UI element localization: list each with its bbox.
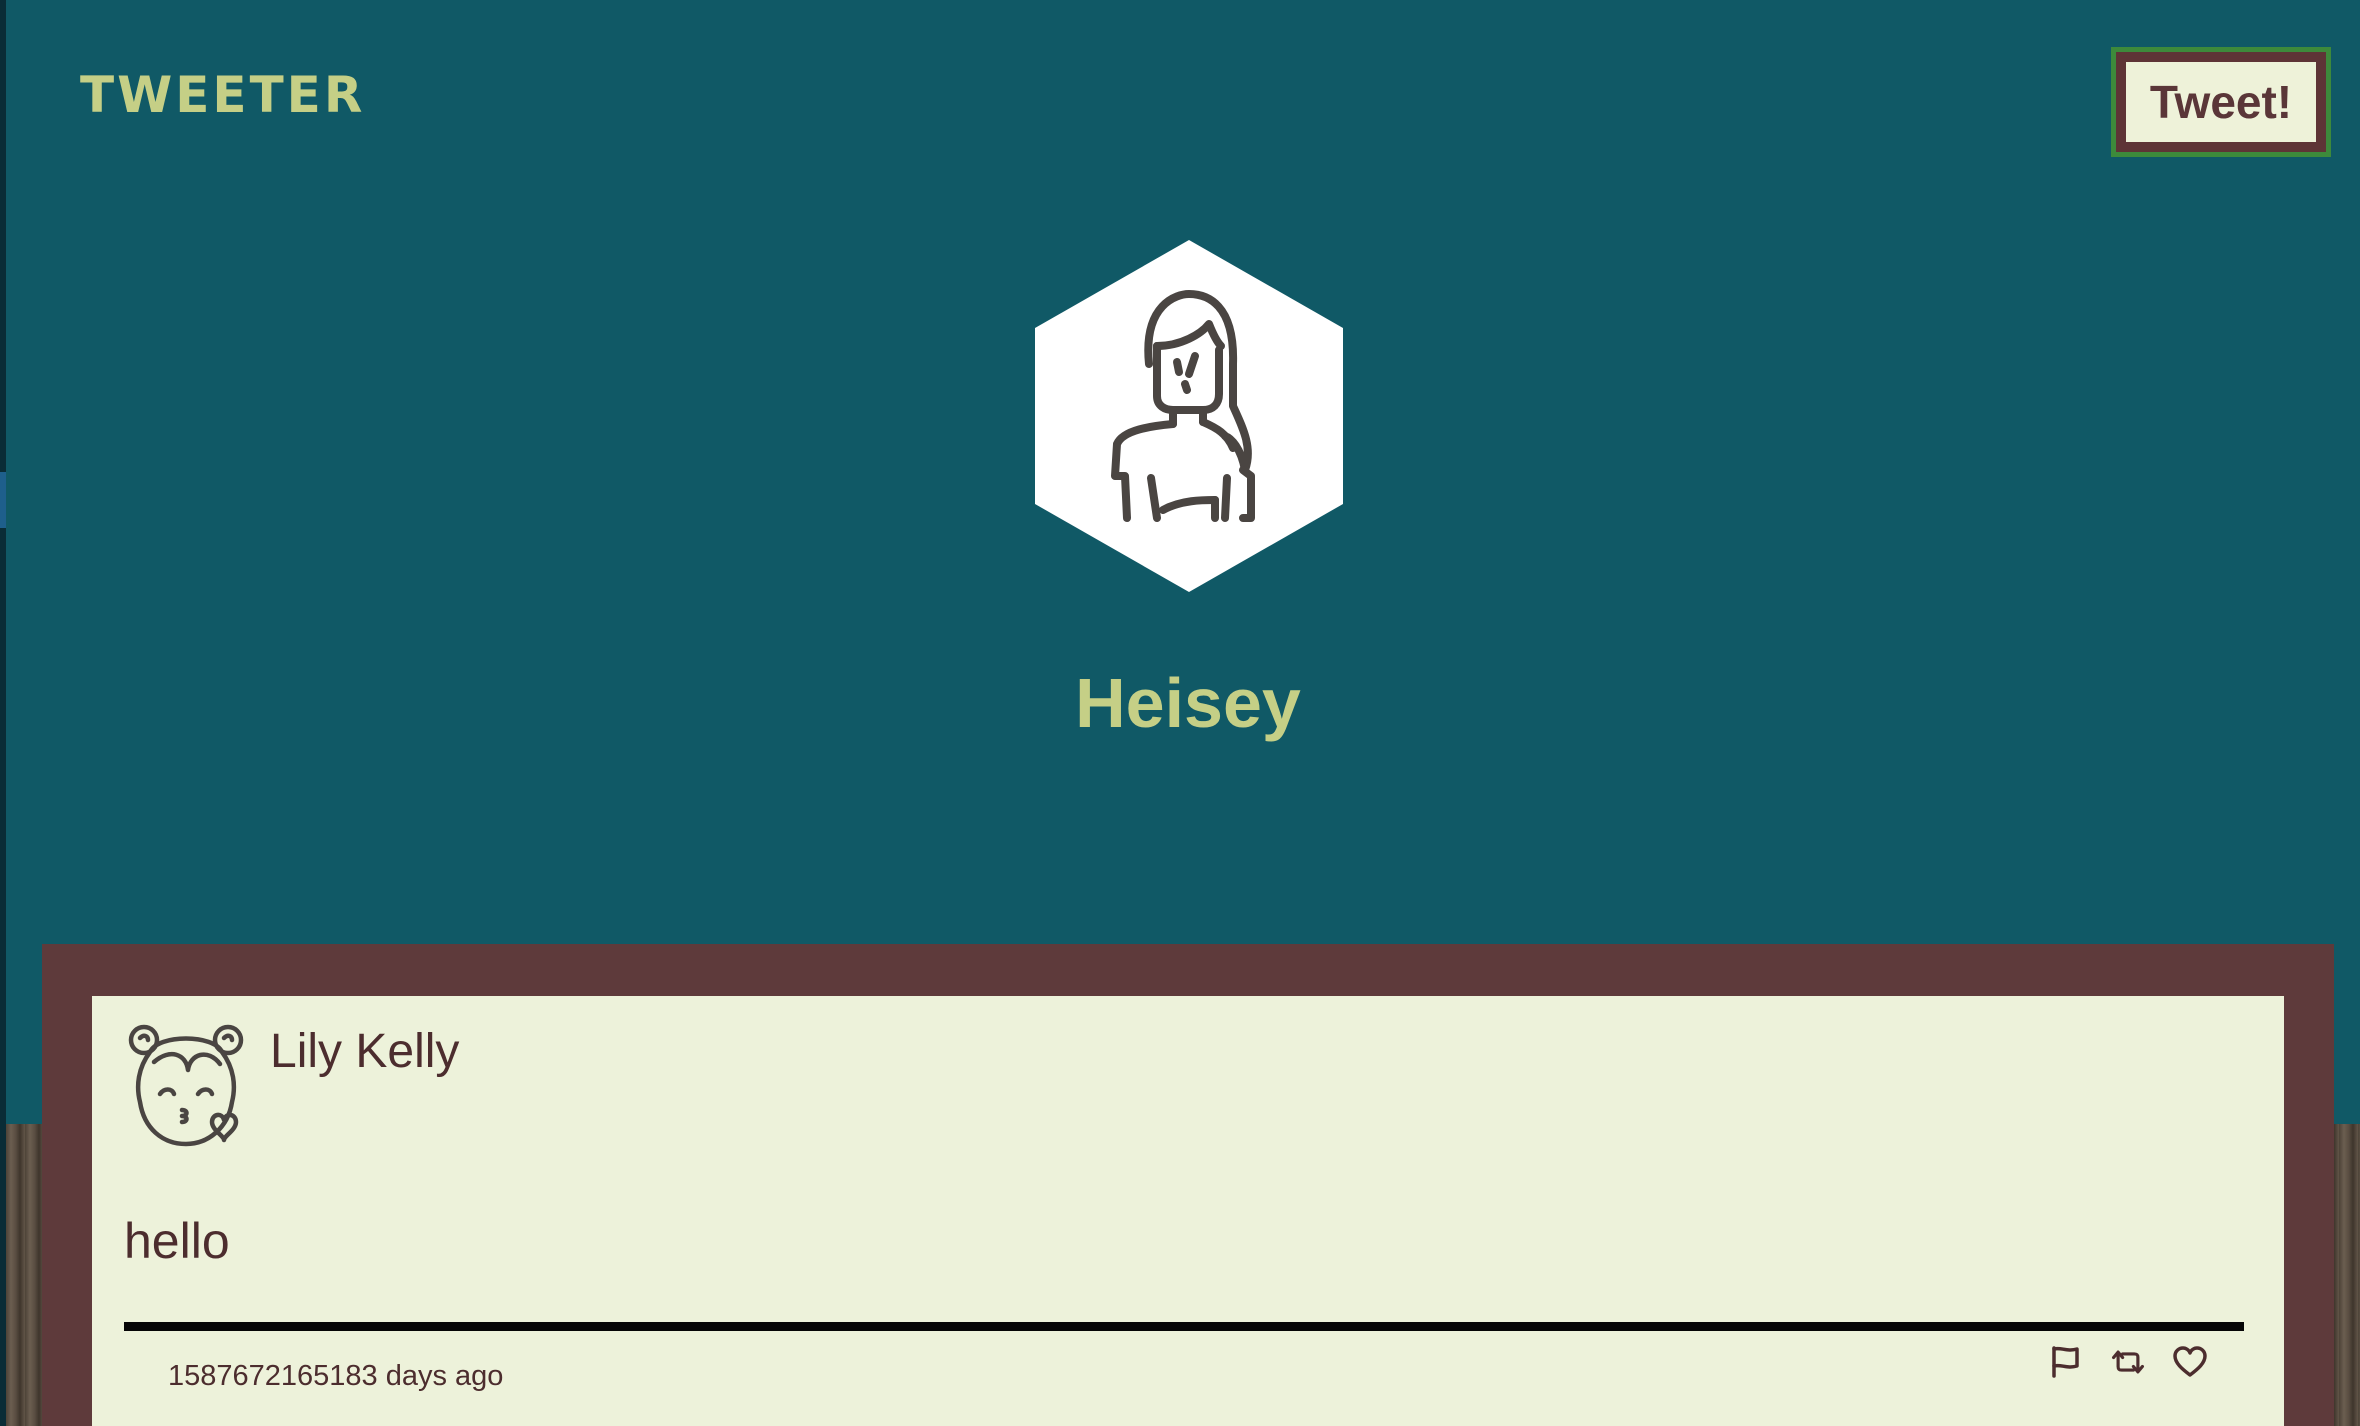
tweet-button[interactable]: Tweet! <box>2111 47 2331 157</box>
girl-kiss-avatar-icon <box>128 1024 244 1152</box>
window-edge-marker <box>0 472 6 528</box>
app-root: TWEETER Tweet! Heisey Lily Kelly hello 1… <box>0 0 2360 1426</box>
tweet-timestamp: 1587672165183 days ago <box>168 1360 504 1392</box>
retweet-icon[interactable] <box>2110 1344 2146 1380</box>
top-nav: TWEETER Tweet! <box>0 0 2360 210</box>
heart-icon[interactable] <box>2172 1344 2208 1380</box>
tweet-divider <box>124 1322 2244 1331</box>
tweet-card: Lily Kelly hello 1587672165183 days ago <box>92 996 2284 1426</box>
brand-logo[interactable]: TWEETER <box>80 70 365 120</box>
flag-icon[interactable] <box>2048 1344 2084 1380</box>
tweet-actions <box>2048 1344 2208 1380</box>
woman-avatar-icon <box>1031 238 1347 594</box>
tweet-text: hello <box>124 1213 230 1269</box>
profile-name: Heisey <box>1075 664 1301 742</box>
tweets-panel: Lily Kelly hello 1587672165183 days ago <box>42 944 2334 1426</box>
wood-background-left <box>6 1124 46 1426</box>
tweet-author-name[interactable]: Lily Kelly <box>270 1025 459 1079</box>
